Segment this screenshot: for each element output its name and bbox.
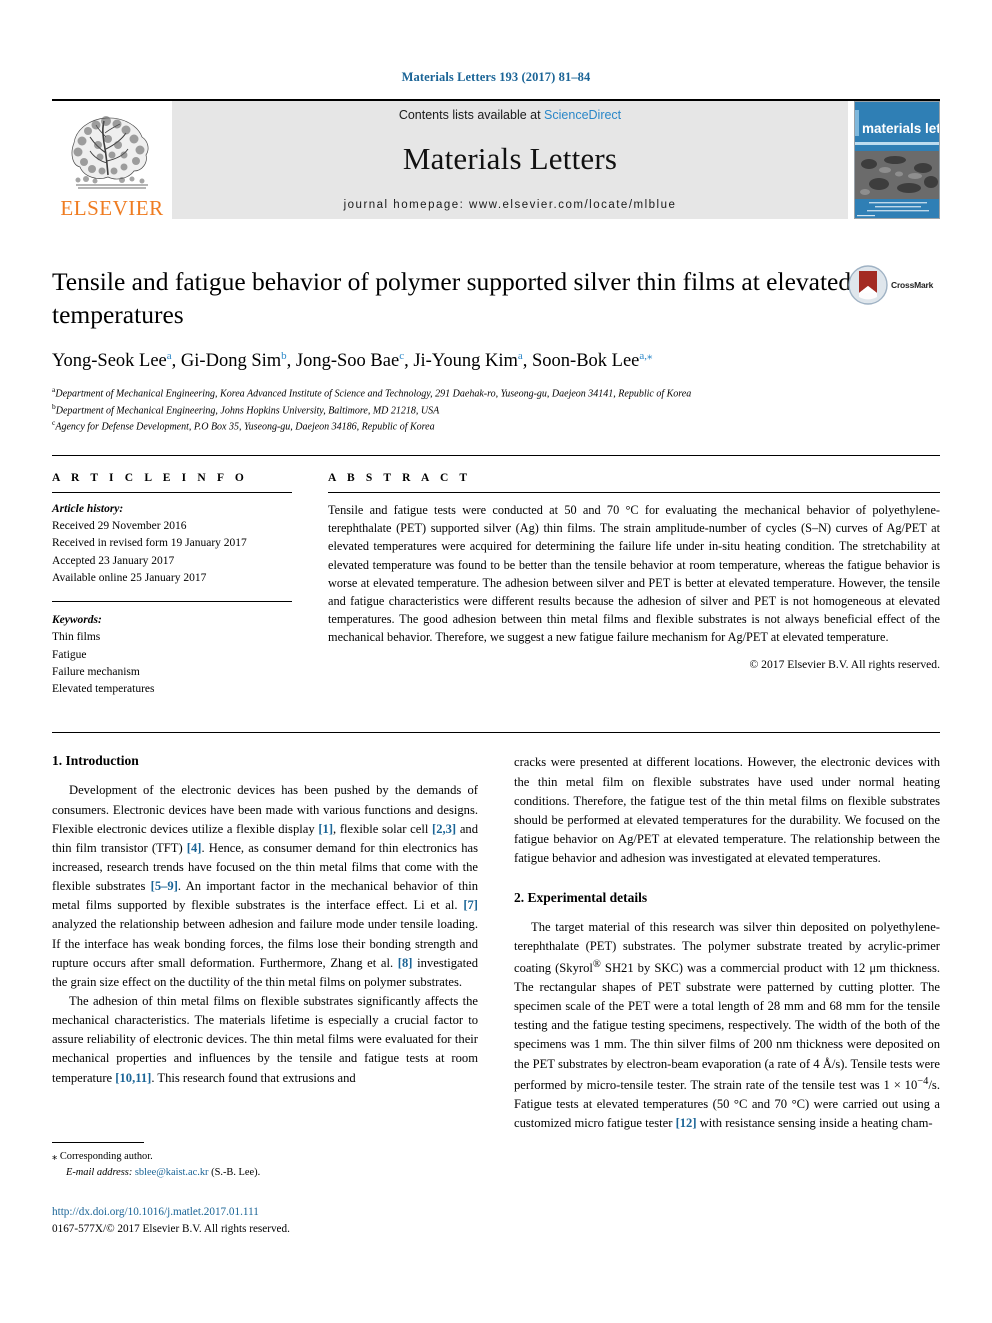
journal-title: Materials Letters	[402, 140, 618, 176]
footnote-rule	[52, 1141, 144, 1143]
author-sep: ,	[286, 351, 296, 372]
registered-mark: ®	[592, 958, 601, 970]
cover-art: materials letters	[855, 102, 940, 218]
masthead-center: Contents lists available at ScienceDirec…	[172, 101, 848, 219]
elsevier-wordmark: ELSEVIER	[60, 196, 164, 220]
author-name: Yong-Seok Lee	[52, 351, 167, 372]
doi-block: http://dx.doi.org/10.1016/j.matlet.2017.…	[52, 1204, 478, 1238]
author-sep: ,	[404, 351, 414, 372]
paragraph-intro-3: cracks were presented at different locat…	[514, 755, 940, 866]
author-name: Jong-Soo Bae	[295, 351, 400, 372]
journal-cover-thumbnail[interactable]: materials letters	[854, 101, 940, 219]
keyword-item: Failure mechanism	[52, 665, 140, 678]
body-columns: 1. Introduction Development of the elect…	[52, 732, 940, 1237]
citation-ref[interactable]: [1]	[318, 822, 333, 836]
paragraph-intro-2: The adhesion of thin metal films on flex…	[52, 992, 478, 1088]
history-item: Accepted 23 January 2017	[52, 554, 175, 567]
citation-ref[interactable]: [10,11]	[115, 1071, 151, 1085]
citation-ref[interactable]: [7]	[463, 898, 478, 912]
article-history-label: Article history:	[52, 502, 124, 515]
page-title: Tensile and fatigue behavior of polymer …	[52, 267, 852, 330]
email-note: E-mail address: sblee@kaist.ac.kr (S.-B.…	[52, 1165, 478, 1181]
author-name: Soon-Bok Lee	[532, 351, 640, 372]
author-affil-mark: a,⁎	[639, 350, 653, 363]
body-column-right: cracks were presented at different locat…	[514, 753, 940, 1237]
crossmark-badge[interactable]: CrossMark	[848, 265, 940, 305]
citation-ref[interactable]: [2,3]	[432, 822, 456, 836]
issn-copyright-line: 0167-577X/© 2017 Elsevier B.V. All right…	[52, 1222, 290, 1235]
sciencedirect-link[interactable]: ScienceDirect	[544, 108, 621, 122]
article-info-column: A R T I C L E I N F O Article history: R…	[52, 472, 292, 699]
keyword-item: Fatigue	[52, 648, 87, 661]
contents-prefix: Contents lists available at	[398, 107, 545, 122]
abstract-heading: A B S T R A C T	[328, 471, 472, 484]
section-heading-introduction: 1. Introduction	[52, 753, 139, 769]
keywords-block: Keywords: Thin films Fatigue Failure mec…	[52, 601, 292, 698]
divider	[52, 491, 292, 493]
author-name: Gi-Dong Sim	[180, 351, 282, 372]
crossmark-label: CrossMark	[891, 280, 934, 290]
affiliation-list: aDepartment of Mechanical Engineering, K…	[52, 385, 940, 435]
keyword-item: Elevated temperatures	[52, 683, 155, 696]
history-item: Received 29 November 2016	[52, 520, 187, 533]
affiliation-item: aDepartment of Mechanical Engineering, K…	[52, 385, 940, 402]
corresponding-author-note: ⁎ Corresponding author.	[52, 1149, 478, 1165]
affiliation-text: Department of Mechanical Engineering, Jo…	[55, 405, 440, 417]
exponent: −4	[917, 1075, 929, 1087]
email-link[interactable]: sblee@kaist.ac.kr	[135, 1167, 209, 1178]
affiliation-text: Agency for Defense Development, P.O Box …	[55, 421, 435, 433]
journal-masthead: ELSEVIER Contents lists available at Sci…	[52, 99, 940, 219]
affiliation-item: bDepartment of Mechanical Engineering, J…	[52, 402, 940, 419]
citation-ref[interactable]: [12]	[676, 1116, 697, 1130]
affiliation-text: Department of Mechanical Engineering, Ko…	[55, 388, 692, 400]
running-head: Materials Letters 193 (2017) 81–84	[401, 70, 591, 84]
text-run: , flexible solar cell	[333, 821, 432, 836]
footnote-block: ⁎ Corresponding author. E-mail address: …	[52, 1141, 478, 1238]
corresponding-mark: ⁎	[52, 1150, 58, 1162]
divider	[328, 491, 940, 493]
author-sep: ,	[171, 351, 181, 372]
elsevier-tree-icon	[71, 116, 149, 189]
text-run: SH21 by SKC) was a commercial product wi…	[514, 960, 941, 1092]
abstract-text: Tensile and fatigue tests were conducted…	[328, 502, 940, 645]
corresponding-text: Corresponding author.	[59, 1150, 153, 1162]
email-suffix: (S.-B. Lee).	[211, 1166, 261, 1178]
keyword-item: Thin films	[52, 631, 101, 644]
abstract-column: A B S T R A C T Tensile and fatigue test…	[328, 472, 940, 699]
doi-link[interactable]: http://dx.doi.org/10.1016/j.matlet.2017.…	[52, 1204, 478, 1221]
author-sep: ,	[522, 351, 532, 372]
crossmark-icon	[848, 265, 888, 305]
abstract-copyright: © 2017 Elsevier B.V. All rights reserved…	[749, 658, 940, 672]
citation-ref[interactable]: [8]	[398, 956, 413, 970]
svg-text:materials letters: materials letters	[862, 121, 940, 136]
journal-homepage-link[interactable]: journal homepage: www.elsevier.com/locat…	[344, 199, 677, 211]
keywords-label: Keywords:	[52, 614, 102, 627]
article-info-heading: A R T I C L E I N F O	[52, 471, 248, 484]
section-heading-experimental: 2. Experimental details	[514, 890, 648, 906]
author-name: Ji-Young Kim	[413, 351, 518, 372]
paragraph-experimental-1: The target material of this research was…	[514, 918, 940, 1133]
text-run: . This research found that extrusions an…	[151, 1070, 356, 1085]
affiliation-item: cAgency for Defense Development, P.O Box…	[52, 418, 940, 435]
history-item: Available online 25 January 2017	[52, 571, 207, 584]
text-run: with resistance sensing inside a heating…	[696, 1116, 933, 1131]
contents-available-line: Contents lists available at ScienceDirec…	[399, 108, 621, 122]
title-block: CrossMark Tensile and fatigue behavior o…	[52, 265, 940, 435]
elsevier-logo: ELSEVIER	[52, 101, 172, 219]
info-abstract-band: A R T I C L E I N F O Article history: R…	[52, 454, 940, 699]
paper-page: Materials Letters 193 (2017) 81–84 ELSEV…	[0, 0, 992, 1323]
author-list: Yong-Seok Leea, Gi-Dong Simb, Jong-Soo B…	[52, 349, 940, 372]
history-item: Received in revised form 19 January 2017	[52, 537, 247, 550]
email-label: E-mail address:	[66, 1166, 133, 1178]
citation-ref[interactable]: [4]	[187, 841, 202, 855]
body-column-left: 1. Introduction Development of the elect…	[52, 753, 478, 1237]
citation-ref[interactable]: [5–9]	[151, 879, 178, 893]
paragraph-intro-1: Development of the electronic devices ha…	[52, 781, 478, 992]
